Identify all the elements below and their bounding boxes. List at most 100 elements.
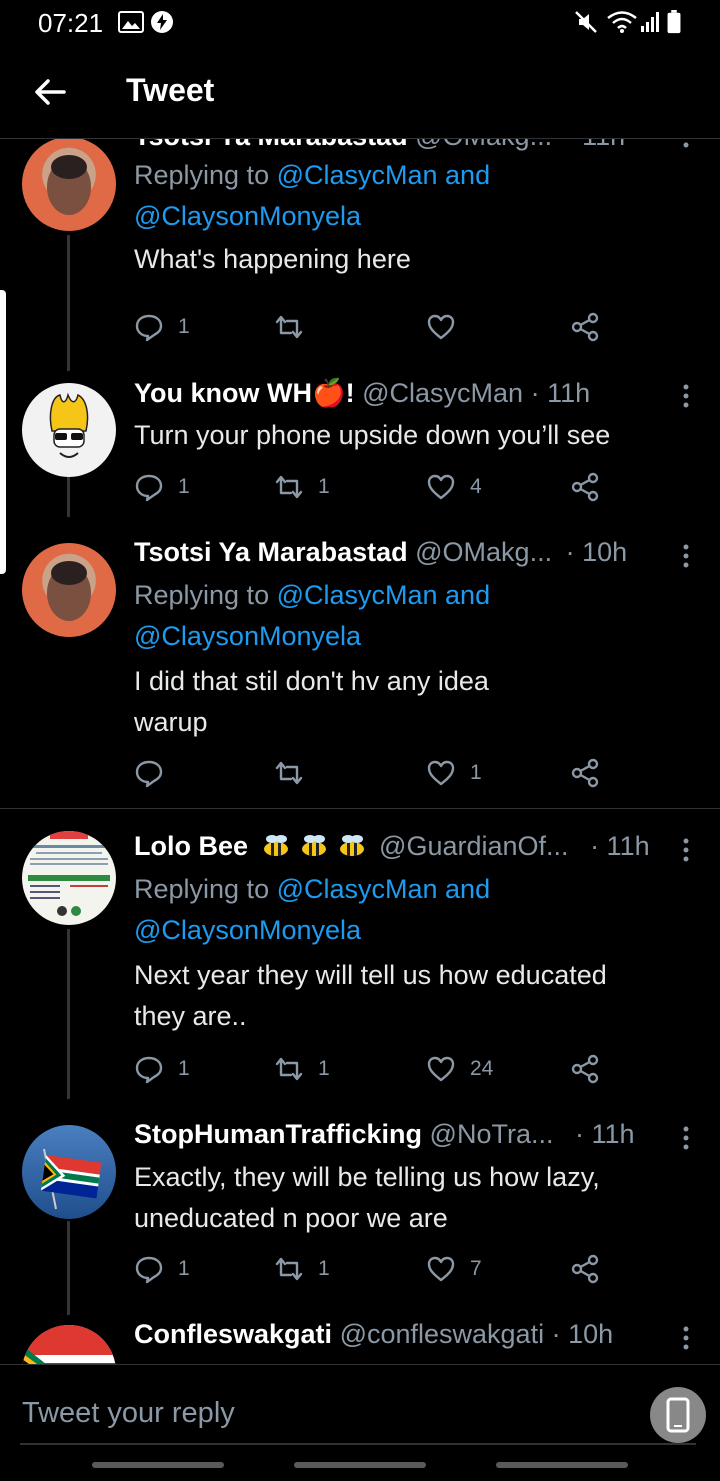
handle[interactable]: @OMakg... <box>415 139 552 151</box>
tweet-text: Turn your phone upside down you’ll see <box>134 420 611 450</box>
reply-button[interactable] <box>134 753 178 793</box>
tweet-meta: Tsotsi Ya Marabastad @OMakg... · 10h <box>134 537 627 568</box>
avatar[interactable] <box>22 1325 116 1364</box>
retweet-button[interactable]: 1 <box>274 1049 330 1089</box>
retweet-button[interactable] <box>274 753 318 793</box>
timestamp: · 10h <box>565 537 628 567</box>
tweet-actions: 1 1 4 <box>134 467 614 507</box>
tweet-text: I did that stil don't hv any idea warup <box>134 666 489 737</box>
mention-link[interactable]: @ClasycMan and <box>277 580 491 610</box>
like-icon <box>427 760 455 786</box>
mention-link[interactable]: @ClaysonMonyela <box>134 621 361 651</box>
bee-icon <box>263 835 364 856</box>
tweet-meta: Tsotsi Ya Marabastad @OMakg... · 11h <box>134 139 625 152</box>
tweet-text: Next year they will tell us how educated… <box>134 960 607 1031</box>
reply-button[interactable]: 1 <box>134 1249 190 1289</box>
display-name[interactable]: Tsotsi Ya Marabastad <box>134 139 408 151</box>
reply-button[interactable]: 1 <box>134 307 190 347</box>
handle[interactable]: @ClasycMan <box>362 378 523 408</box>
more-icon[interactable] <box>676 139 696 151</box>
handle[interactable]: @confleswakgati <box>340 1319 545 1349</box>
nav-home-button[interactable] <box>294 1462 426 1468</box>
avatar[interactable] <box>22 543 116 637</box>
more-icon[interactable] <box>676 541 696 571</box>
like-button[interactable]: 4 <box>426 467 482 507</box>
tweet[interactable]: Tsotsi Ya Marabastad @OMakg... · 10h Rep… <box>0 533 720 807</box>
reply-icon <box>135 314 163 342</box>
tweet[interactable]: You know WH🍎! @ClasycMan · 11h Turn your… <box>0 351 720 517</box>
tweet-meta: StopHumanTrafficking @NoTra... · 11h <box>134 1119 635 1150</box>
timestamp: · 11h <box>566 139 626 151</box>
tweet-text: What's happening here <box>134 244 411 274</box>
reply-button[interactable]: 1 <box>134 467 190 507</box>
display-name[interactable]: StopHumanTrafficking <box>134 1119 422 1149</box>
handle[interactable]: @NoTra... <box>430 1119 554 1149</box>
tweet-meta: Confleswakgati @confleswakgati · 10h <box>134 1319 613 1350</box>
media-button[interactable] <box>650 1387 706 1443</box>
back-arrow-icon[interactable] <box>30 72 70 112</box>
display-name[interactable]: Lolo Bee <box>134 831 248 861</box>
share-button[interactable] <box>570 1249 614 1289</box>
retweet-icon <box>275 315 303 339</box>
input-underline <box>20 1443 696 1445</box>
more-icon[interactable] <box>676 1323 696 1353</box>
share-icon <box>571 1054 599 1084</box>
share-button[interactable] <box>570 307 614 347</box>
thread-line <box>67 1221 70 1315</box>
avatar[interactable] <box>22 139 116 231</box>
nav-back-button[interactable] <box>496 1462 628 1468</box>
signal-icon <box>641 12 659 32</box>
more-icon[interactable] <box>676 1123 696 1153</box>
share-button[interactable] <box>570 753 614 793</box>
like-button[interactable] <box>426 307 470 347</box>
nav-recent-button[interactable] <box>92 1462 224 1468</box>
mention-link[interactable]: @ClaysonMonyela <box>134 201 361 231</box>
like-button[interactable]: 7 <box>426 1249 482 1289</box>
tweet-actions: 1 <box>134 753 614 793</box>
tweet[interactable]: StopHumanTrafficking @NoTra... · 11h Exa… <box>0 1115 720 1315</box>
avatar[interactable] <box>22 1125 116 1219</box>
handle[interactable]: @OMakg... <box>415 537 552 567</box>
status-bar: 07:21 <box>0 0 720 44</box>
reply-button[interactable]: 1 <box>134 1049 190 1089</box>
display-name[interactable]: Confleswakgati <box>134 1319 332 1349</box>
replying-to: Replying to @ClasycMan and @ClaysonMonye… <box>134 874 491 945</box>
like-icon <box>427 314 455 340</box>
share-icon <box>571 1254 599 1284</box>
status-time: 07:21 <box>38 8 104 38</box>
tweet[interactable]: Confleswakgati @confleswakgati · 10h <box>0 1315 720 1364</box>
tweet-actions: 1 1 7 <box>134 1249 614 1289</box>
like-button[interactable]: 1 <box>426 753 482 793</box>
like-button[interactable]: 24 <box>426 1049 493 1089</box>
display-name[interactable]: Tsotsi Ya Marabastad <box>134 537 408 567</box>
mention-link[interactable]: @ClasycMan and <box>277 874 491 904</box>
reply-input[interactable] <box>20 1387 644 1439</box>
like-icon <box>427 1056 455 1082</box>
tweet-meta: Lolo Bee @GuardianOf... · 11h <box>134 831 650 862</box>
handle[interactable]: @GuardianOf... <box>379 831 569 861</box>
tweet-actions: 1 1 24 <box>134 1049 614 1089</box>
tweet[interactable]: Tsotsi Ya Marabastad @OMakg... · 11h Rep… <box>0 139 720 401</box>
battery-icon <box>667 10 681 34</box>
mention-link[interactable]: @ClasycMan and <box>277 160 491 190</box>
avatar[interactable] <box>22 383 116 477</box>
more-icon[interactable] <box>676 381 696 411</box>
share-button[interactable] <box>570 1049 614 1089</box>
retweet-button[interactable]: 1 <box>274 1249 330 1289</box>
reply-icon <box>135 474 163 502</box>
share-button[interactable] <box>570 467 614 507</box>
retweet-icon <box>275 761 303 785</box>
top-app-bar: Tweet <box>0 44 720 139</box>
more-icon[interactable] <box>676 835 696 865</box>
avatar[interactable] <box>22 831 116 925</box>
reply-thread[interactable]: Tsotsi Ya Marabastad @OMakg... · 11h Rep… <box>0 139 720 1364</box>
retweet-button[interactable] <box>274 307 318 347</box>
mention-link[interactable]: @ClaysonMonyela <box>134 915 361 945</box>
image-icon <box>118 11 144 33</box>
tweet[interactable]: Lolo Bee @GuardianOf... · 11h Replying t… <box>0 827 720 1107</box>
share-icon <box>571 312 599 342</box>
retweet-button[interactable]: 1 <box>274 467 330 507</box>
display-name[interactable]: You know WH🍎! <box>134 378 355 408</box>
page-title: Tweet <box>126 72 215 108</box>
share-icon <box>571 472 599 502</box>
